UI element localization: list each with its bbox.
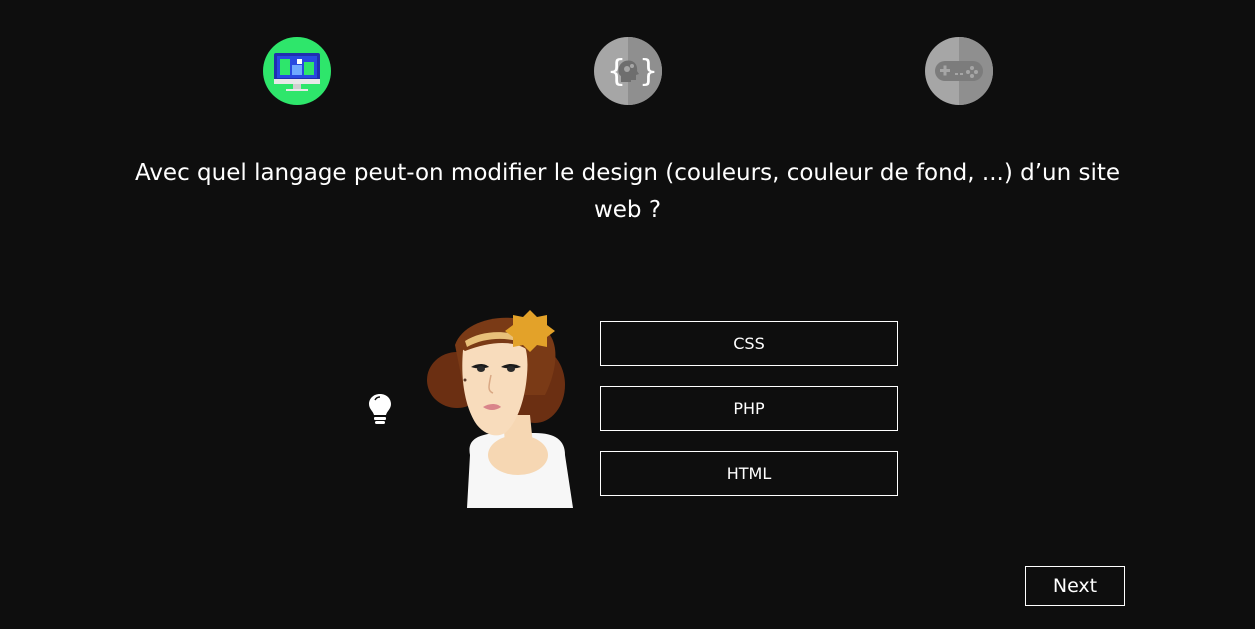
answer-option-css[interactable]: CSS <box>600 321 898 366</box>
step-3-gamepad <box>924 36 994 106</box>
question-text: Avec quel langage peut-on modifier le de… <box>134 160 1121 223</box>
answer-option-php[interactable]: PHP <box>600 386 898 431</box>
monitor-icon <box>263 37 331 105</box>
quiz-page: { } Avec quel langage peut-on modifier l… <box>0 0 1255 629</box>
svg-text:}: } <box>639 54 658 89</box>
character-avatar <box>425 305 577 510</box>
lightbulb-icon <box>369 394 391 424</box>
next-button[interactable]: Next <box>1025 566 1125 606</box>
answer-option-html[interactable]: HTML <box>600 451 898 496</box>
hint-button[interactable] <box>366 392 394 426</box>
step-1-monitor <box>262 36 332 106</box>
code-brain-icon: { } <box>594 37 662 105</box>
character-illustration <box>427 310 573 508</box>
answer-list: CSS PHP HTML <box>600 321 898 516</box>
step-2-code: { } <box>593 36 663 106</box>
gamepad-icon <box>925 37 993 105</box>
